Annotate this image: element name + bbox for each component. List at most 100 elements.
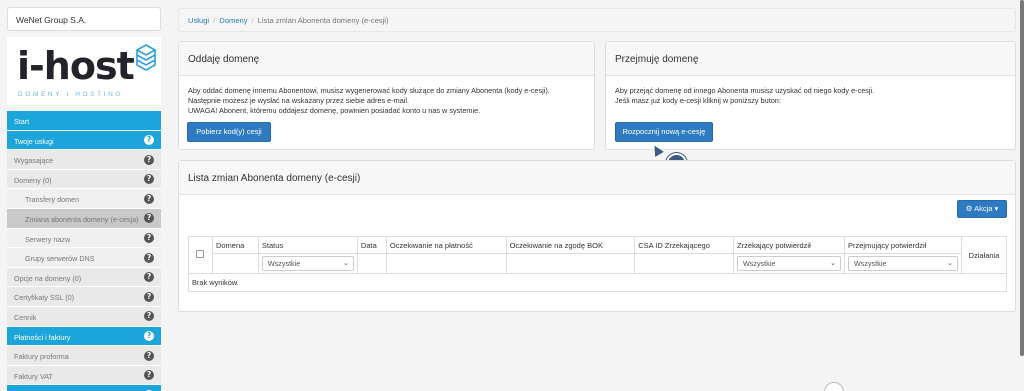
give-domain-line: UWAGA! Abonent, któremu oddajesz domenę,… bbox=[188, 106, 481, 115]
company-selector[interactable]: WeNet Group S.A. bbox=[7, 7, 161, 31]
logo-subtitle: DOMENY I HOSTING bbox=[18, 91, 124, 98]
sidebar-item[interactable]: Faktury VAT? bbox=[7, 365, 161, 386]
chevron-down-icon: ⌄ bbox=[947, 260, 953, 267]
take-domain-line: Aby przejąć domenę od innego Abonenta mu… bbox=[615, 86, 875, 95]
filter-payment-cell bbox=[385, 253, 507, 274]
logo-text: i-host bbox=[17, 44, 135, 88]
sidebar-item-label: Faktury VAT bbox=[14, 371, 53, 381]
take-domain-text: Aby przejąć domenę od innego Abonenta mu… bbox=[606, 76, 1015, 116]
give-domain-panel: Oddaję domenę Aby oddać domenę innemu Ab… bbox=[178, 41, 595, 150]
sidebar-nav: Start Twoje usługi? Wygasające? Domeny (0)?… bbox=[7, 111, 161, 391]
sidebar-item[interactable]: Wygasające? bbox=[7, 150, 161, 170]
help-button[interactable] bbox=[824, 382, 844, 391]
cession-list-title: Lista zmian Abonenta domeny (e-cesji) bbox=[179, 161, 1015, 195]
breadcrumb-separator: / bbox=[213, 16, 216, 25]
breadcrumb-link-domeny[interactable]: Domeny bbox=[219, 16, 247, 25]
zrzekajacy-filter-select[interactable]: Wszystkie ⌄ bbox=[736, 256, 841, 271]
sidebar-item-label: Certyfikaty SSL (0) bbox=[14, 293, 75, 303]
help-question-icon[interactable]: ? bbox=[144, 213, 154, 224]
actions-label: Akcja bbox=[974, 204, 993, 213]
help-question-icon[interactable]: ? bbox=[144, 311, 154, 322]
logo[interactable]: i-host DOMENY I HOSTING bbox=[7, 37, 161, 105]
help-question-icon[interactable]: ? bbox=[144, 135, 154, 146]
sidebar-item[interactable]: ? bbox=[7, 385, 161, 391]
sidebar-item-label: Grupy serwerów DNS bbox=[25, 254, 95, 264]
take-domain-panel: Przejmuję domenę Aby przejąć domenę od i… bbox=[605, 41, 1016, 150]
sidebar-item-label: Faktury proforma bbox=[14, 352, 69, 362]
sidebar-item[interactable]: Płatności i faktury? bbox=[7, 326, 161, 347]
give-domain-text: Aby oddać domenę innemu Abonentowi, musi… bbox=[179, 76, 594, 126]
breadcrumb: Usługi / Domeny / Lista zmian Abonenta domen… bbox=[178, 8, 1016, 32]
col-przejmujacy[interactable]: Przejmujący potwierdził bbox=[843, 236, 962, 254]
przejmujacy-filter-value: Wszystkie bbox=[853, 259, 887, 268]
filter-domena-cell bbox=[211, 253, 259, 274]
sidebar-item-label: Domeny (0) bbox=[14, 175, 52, 185]
take-domain-title: Przejmuję domenę bbox=[606, 42, 1015, 76]
filter-zrzekajacy-cell: Wszystkie ⌄ bbox=[732, 253, 845, 274]
sidebar: WeNet Group S.A. i-host DOMENY I HOSTING… bbox=[0, 0, 162, 391]
page-scrollbar[interactable] bbox=[1020, 0, 1024, 356]
sidebar-item[interactable]: Serwery nazw? bbox=[7, 228, 161, 249]
empty-results: Brak wyników. bbox=[188, 273, 1007, 292]
filter-bok-cell bbox=[505, 253, 636, 274]
select-all-cell bbox=[188, 236, 213, 274]
help-question-icon[interactable]: ? bbox=[144, 233, 154, 244]
sidebar-item-label: Płatności i faktury bbox=[14, 332, 71, 342]
breadcrumb-current: Lista zmian Abonenta domeny (e-cesji) bbox=[257, 16, 389, 25]
help-question-icon[interactable]: ? bbox=[144, 252, 154, 263]
gear-icon: ⚙ bbox=[965, 204, 973, 213]
help-question-icon[interactable]: ? bbox=[144, 154, 154, 165]
logo-cube-icon bbox=[135, 44, 157, 71]
cession-table: Domena Status Data Oczekiwanie na płatno… bbox=[188, 236, 1008, 292]
przejmujacy-filter-select[interactable]: Wszystkie ⌄ bbox=[847, 256, 958, 271]
filter-csa-cell bbox=[634, 253, 734, 274]
zrzekajacy-filter-value: Wszystkie bbox=[742, 259, 776, 268]
help-question-icon[interactable]: ? bbox=[144, 331, 154, 342]
start-new-cession-button[interactable]: Rozpocznij nową e-cesję bbox=[615, 122, 713, 142]
sidebar-item-label: Opcje na domeny (0) bbox=[14, 273, 82, 283]
sidebar-item-label: Cennik bbox=[14, 312, 37, 322]
status-filter-value: Wszystkie bbox=[267, 259, 301, 268]
help-question-icon[interactable]: ? bbox=[144, 291, 154, 302]
sidebar-item[interactable]: Transfery domen? bbox=[7, 189, 161, 209]
help-question-icon[interactable]: ? bbox=[144, 174, 154, 185]
breadcrumb-separator: / bbox=[251, 16, 254, 25]
chevron-down-icon: ⌄ bbox=[830, 260, 836, 267]
filter-przejmujacy-cell: Wszystkie ⌄ bbox=[843, 253, 962, 274]
sidebar-item[interactable]: Domeny (0)? bbox=[7, 169, 161, 190]
sidebar-item[interactable]: Cennik? bbox=[7, 306, 161, 327]
filter-status-cell: Wszystkie ⌄ bbox=[257, 253, 358, 274]
help-question-icon[interactable]: ? bbox=[144, 193, 154, 204]
help-question-icon[interactable]: ? bbox=[144, 370, 154, 381]
help-question-icon[interactable]: ? bbox=[144, 350, 154, 361]
status-filter-select[interactable]: Wszystkie ⌄ bbox=[261, 256, 354, 271]
sidebar-item-label: Transfery domen bbox=[25, 195, 80, 205]
take-domain-line: Jeśli masz już kody e-cesji kliknij w po… bbox=[615, 96, 781, 105]
sidebar-item-label: Zmiana abonenta domeny (e-cesja) bbox=[25, 214, 139, 224]
chevron-down-icon: ⌄ bbox=[343, 260, 349, 267]
col-data[interactable]: Data bbox=[356, 236, 387, 254]
get-cession-codes-button[interactable]: Pobierz kod(y) cesji bbox=[187, 122, 271, 142]
help-question-icon[interactable]: ? bbox=[144, 272, 154, 283]
sidebar-item[interactable]: Start bbox=[7, 111, 161, 131]
col-status[interactable]: Status bbox=[257, 236, 358, 254]
col-payment[interactable]: Oczekiwanie na płatność bbox=[385, 236, 507, 254]
sidebar-item[interactable]: Zmiana abonenta domeny (e-cesja)? bbox=[7, 208, 161, 229]
sidebar-item[interactable]: Certyfikaty SSL (0)? bbox=[7, 287, 161, 307]
col-domena[interactable]: Domena bbox=[211, 236, 259, 254]
sidebar-item-label: Twoje usługi bbox=[14, 136, 54, 146]
give-domain-title: Oddaję domenę bbox=[179, 42, 594, 76]
sidebar-item[interactable]: Opcje na domeny (0)? bbox=[7, 267, 161, 288]
sidebar-item[interactable]: Twoje usługi? bbox=[7, 130, 161, 151]
col-zrzekajacy[interactable]: Zrzekający potwierdził bbox=[732, 236, 845, 254]
breadcrumb-link-uslugi[interactable]: Usługi bbox=[188, 16, 209, 25]
give-domain-line: Następnie możesz je wysłać na wskazany p… bbox=[188, 96, 410, 105]
filter-data-cell bbox=[356, 253, 387, 274]
col-bok-approval[interactable]: Oczekiwanie na zgodę BOK bbox=[505, 236, 636, 254]
select-all-checkbox[interactable] bbox=[196, 250, 205, 258]
col-csa-id[interactable]: CSA ID Zrzekającego bbox=[634, 236, 734, 254]
sidebar-item[interactable]: Faktury proforma? bbox=[7, 346, 161, 366]
sidebar-item-label: Start bbox=[14, 117, 30, 126]
sidebar-item[interactable]: Grupy serwerów DNS? bbox=[7, 248, 161, 268]
actions-dropdown-button[interactable]: ⚙ Akcja ▾ bbox=[957, 200, 1007, 218]
